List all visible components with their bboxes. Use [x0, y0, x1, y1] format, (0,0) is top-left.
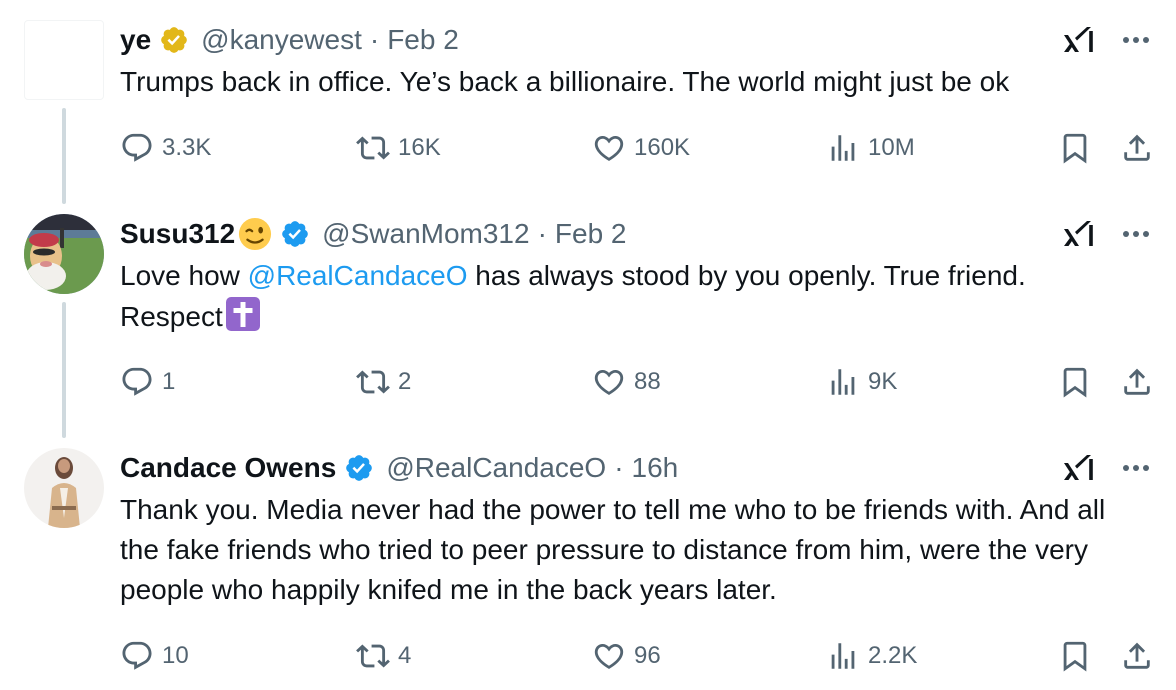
separator-dot: · [369, 24, 380, 55]
timestamp[interactable]: Feb 2 [387, 24, 459, 56]
tweet[interactable]: Susu312 @SwanMom312 · Feb 2 Love how @Re… [0, 214, 1176, 414]
gold-verified-badge-icon[interactable] [159, 25, 189, 55]
reply-button[interactable]: 10 [120, 636, 189, 676]
tweet-text-segment: Love how [120, 260, 248, 291]
more-options-icon[interactable] [1116, 216, 1156, 252]
timestamp[interactable]: 16h [632, 452, 679, 484]
reply-icon [120, 131, 154, 165]
blue-verified-badge-icon[interactable] [280, 219, 310, 249]
action-bar: 10 4 96 2.2K [120, 636, 1160, 676]
like-button[interactable]: 88 [592, 362, 661, 402]
avatar[interactable] [24, 448, 104, 528]
tweet-text: Thank you. Media never had the power to … [120, 494, 1106, 605]
reply-button[interactable]: 1 [120, 362, 175, 402]
display-name[interactable]: Candace Owens [120, 452, 336, 484]
repost-count: 2 [398, 368, 412, 395]
repost-icon [356, 365, 390, 399]
reply-button[interactable]: 3.3K [120, 128, 211, 168]
tweet-text: Trumps back in office. Ye’s back a billi… [120, 66, 1010, 97]
like-button[interactable]: 160K [592, 128, 690, 168]
views-count: 2.2K [868, 642, 918, 669]
separator-dot: · [537, 218, 547, 249]
repost-count: 16K [398, 134, 441, 161]
user-handle[interactable]: @SwanMom312 [322, 218, 529, 250]
share-icon [1120, 131, 1154, 165]
avatar-photo [24, 448, 104, 528]
bookmark-button[interactable] [1058, 636, 1092, 676]
user-handle[interactable]: @kanyewest [201, 24, 362, 56]
share-icon [1120, 365, 1154, 399]
share-button[interactable] [1120, 636, 1154, 676]
like-button[interactable]: 96 [592, 636, 661, 676]
share-button[interactable] [1120, 362, 1154, 402]
like-count: 88 [634, 368, 661, 395]
bookmark-button[interactable] [1058, 128, 1092, 168]
avatar[interactable] [24, 214, 104, 294]
tweet[interactable]: Candace Owens @RealCandaceO · 16h Thank … [0, 448, 1176, 688]
avatar[interactable] [24, 20, 104, 100]
views-button[interactable]: 9K [826, 362, 897, 402]
avatar-photo [24, 214, 104, 294]
repost-button[interactable]: 16K [356, 128, 441, 168]
action-bar: 1 2 88 9K [120, 362, 1160, 402]
views-button[interactable]: 10M [826, 128, 915, 168]
latin-cross-emoji-icon [225, 297, 260, 331]
heart-icon [592, 131, 626, 165]
repost-count: 4 [398, 642, 412, 669]
bookmark-icon [1058, 365, 1092, 399]
user-handle[interactable]: @RealCandaceO [386, 452, 606, 484]
reply-count: 1 [162, 368, 176, 395]
like-count: 160K [634, 134, 691, 161]
winking-face-emoji-icon [239, 217, 272, 251]
tweet-header: Candace Owens @RealCandaceO · 16h [120, 448, 678, 488]
action-bar: 3.3K 16K 160K 10M [120, 128, 1160, 168]
views-icon [826, 639, 860, 673]
more-options-icon[interactable] [1116, 450, 1156, 486]
views-count: 9K [868, 368, 898, 395]
grok-icon[interactable] [1062, 24, 1098, 56]
blue-verified-badge-icon[interactable] [344, 453, 374, 483]
grok-icon[interactable] [1062, 218, 1098, 250]
tweet-header: ye @kanyewest · Feb 2 [120, 20, 459, 60]
views-button[interactable]: 2.2K [826, 636, 917, 676]
share-icon [1120, 639, 1154, 673]
repost-icon [356, 639, 390, 673]
reply-icon [120, 639, 154, 673]
views-count: 10M [868, 134, 915, 161]
separator-dot: · [614, 452, 624, 483]
grok-icon[interactable] [1062, 452, 1098, 484]
tweet-text: Love how @RealCandaceO has always stood … [120, 256, 1130, 337]
reply-count: 3.3K [162, 134, 212, 161]
reply-icon [120, 365, 154, 399]
timestamp[interactable]: Feb 2 [555, 218, 627, 250]
more-options-icon[interactable] [1116, 22, 1156, 58]
tweet[interactable]: ye @kanyewest · Feb 2 Trumps back in off… [0, 20, 1176, 190]
like-count: 96 [634, 642, 661, 669]
mention-link[interactable]: @RealCandaceO [248, 260, 468, 291]
heart-icon [592, 365, 626, 399]
tweet-header: Susu312 @SwanMom312 · Feb 2 [120, 214, 627, 254]
heart-icon [592, 639, 626, 673]
bookmark-icon [1058, 639, 1092, 673]
reply-count: 10 [162, 642, 189, 669]
repost-button[interactable]: 2 [356, 362, 411, 402]
views-icon [826, 365, 860, 399]
display-name[interactable]: ye [120, 24, 151, 56]
display-name[interactable]: Susu312 [120, 218, 235, 250]
repost-button[interactable]: 4 [356, 636, 411, 676]
repost-icon [356, 131, 390, 165]
bookmark-icon [1058, 131, 1092, 165]
share-button[interactable] [1120, 128, 1154, 168]
bookmark-button[interactable] [1058, 362, 1092, 402]
views-icon [826, 131, 860, 165]
